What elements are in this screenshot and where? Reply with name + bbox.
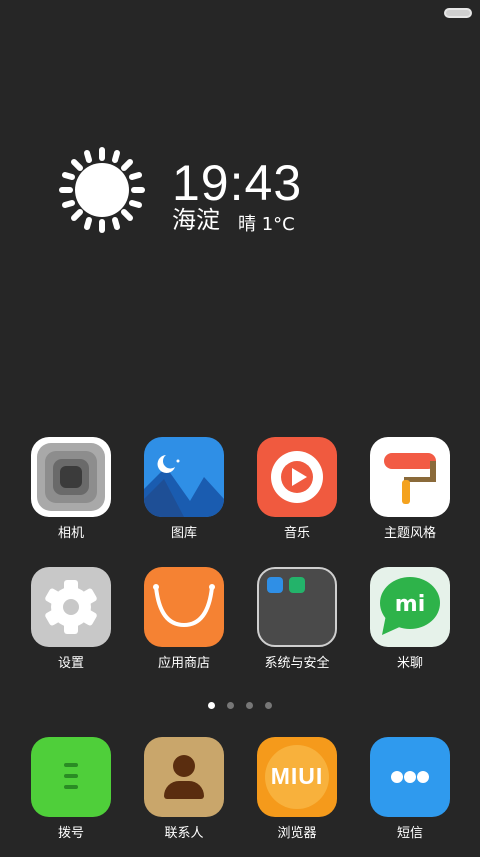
sms-icon xyxy=(370,737,450,817)
app-theme[interactable]: 主题风格 xyxy=(354,437,466,557)
page-indicator[interactable] xyxy=(208,702,272,710)
app-label: 主题风格 xyxy=(383,526,436,541)
music-icon xyxy=(257,437,337,517)
app-label: 设置 xyxy=(57,656,84,671)
app-browser[interactable]: MIUI 浏览器 xyxy=(241,737,353,857)
app-music[interactable]: 音乐 xyxy=(241,437,353,557)
app-dialer[interactable]: 拨号 xyxy=(15,737,127,857)
weather-clock-widget[interactable]: 19:43 海淀 晴 1°C xyxy=(58,146,318,246)
app-label: 图库 xyxy=(170,526,197,541)
gallery-icon xyxy=(144,437,224,517)
app-label: 相机 xyxy=(57,526,84,541)
clock-time: 19:43 xyxy=(172,155,303,211)
app-label: 音乐 xyxy=(283,526,310,541)
contacts-icon xyxy=(144,737,224,817)
store-icon xyxy=(144,567,224,647)
weather-location: 海淀 xyxy=(172,206,220,234)
app-contacts[interactable]: 联系人 xyxy=(128,737,240,857)
gear-icon xyxy=(31,567,111,647)
app-store[interactable]: 应用商店 xyxy=(128,567,240,687)
battery-icon xyxy=(444,8,472,18)
page-dot[interactable] xyxy=(265,702,272,709)
sun-icon xyxy=(59,147,145,233)
app-label: 浏览器 xyxy=(277,826,317,841)
page-dot[interactable] xyxy=(227,702,234,709)
page-dot[interactable] xyxy=(208,702,215,709)
dialer-icon xyxy=(31,737,111,817)
folder-icon xyxy=(257,567,337,647)
theme-icon xyxy=(370,437,450,517)
weather-condition: 晴 1°C xyxy=(238,214,295,235)
app-gallery[interactable]: 图库 xyxy=(128,437,240,557)
shield-icon xyxy=(289,577,305,593)
cloud-icon xyxy=(267,577,283,593)
page-dot[interactable] xyxy=(246,702,253,709)
svg-text:mi: mi xyxy=(395,592,425,617)
app-mi-chat[interactable]: mi 米聊 xyxy=(354,567,466,687)
mi-chat-icon: mi xyxy=(370,567,450,647)
camera-icon xyxy=(31,437,111,517)
app-sms[interactable]: 短信 xyxy=(354,737,466,857)
app-camera[interactable]: 相机 xyxy=(15,437,127,557)
app-label: 米聊 xyxy=(396,656,423,671)
app-label: 短信 xyxy=(396,826,423,841)
browser-icon: MIUI xyxy=(257,737,337,817)
app-label: 系统与安全 xyxy=(264,656,330,671)
app-label: 联系人 xyxy=(164,826,204,841)
app-label: 应用商店 xyxy=(157,656,210,671)
app-settings[interactable]: 设置 xyxy=(15,567,127,687)
app-label: 拨号 xyxy=(57,826,84,841)
folder-system-security[interactable]: 系统与安全 xyxy=(241,567,353,687)
